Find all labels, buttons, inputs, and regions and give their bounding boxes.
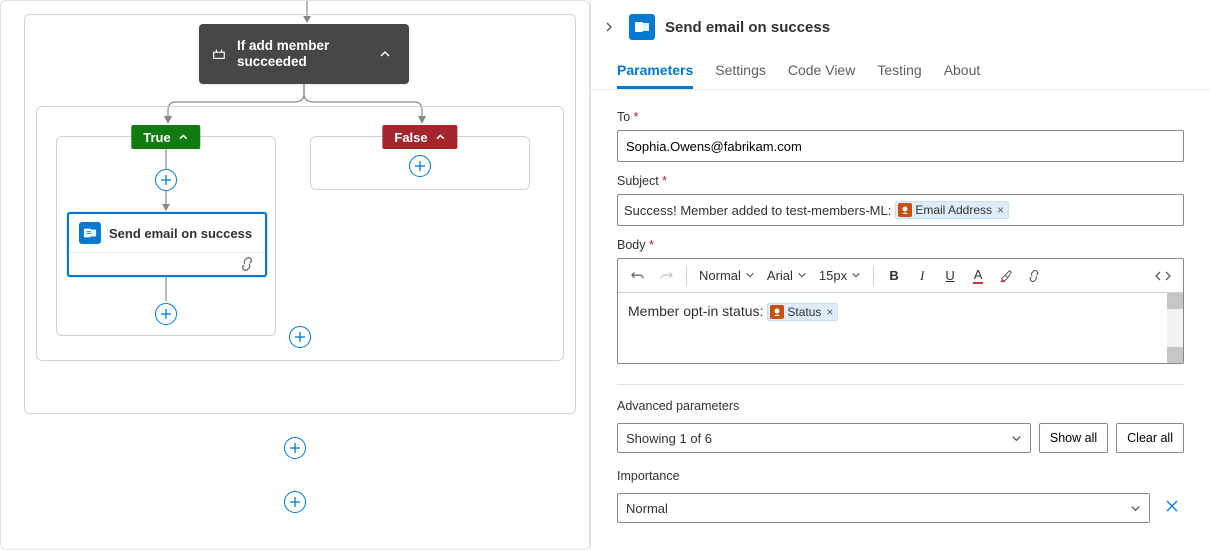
code-view-button[interactable] [1151,264,1175,288]
branch-true-label: True [143,130,170,145]
outlook-icon [79,222,101,244]
branch-false[interactable]: False [310,136,530,190]
chevron-down-icon [1011,433,1022,444]
redo-button[interactable] [654,264,678,288]
tab-testing[interactable]: Testing [877,54,921,89]
flow-line [161,149,171,169]
remove-field-button[interactable] [1160,498,1184,519]
tab-code-view[interactable]: Code View [788,54,855,89]
tab-parameters[interactable]: Parameters [617,54,693,89]
undo-button[interactable] [626,264,650,288]
advanced-select[interactable]: Showing 1 of 6 [617,423,1031,453]
body-text: Member opt-in status: [628,303,763,319]
properties-panel: Send email on success Parameters Setting… [590,0,1210,550]
importance-label: Importance [617,469,1184,483]
to-label: To [617,110,1184,124]
tab-settings[interactable]: Settings [715,54,766,89]
flow-line [161,277,171,301]
style-select[interactable]: Normal [695,268,759,283]
add-step-button[interactable] [155,169,177,191]
branch-false-label: False [394,130,427,145]
add-step-button[interactable] [155,303,177,325]
action-card-send-email[interactable]: Send email on success [67,212,267,277]
collapse-panel-button[interactable] [599,17,619,37]
link-button[interactable] [1022,264,1046,288]
chevron-down-icon [797,268,807,283]
size-select[interactable]: 15px [815,268,865,283]
chevron-down-icon [745,268,755,283]
body-label: Body [617,238,1184,252]
font-select[interactable]: Arial [763,268,811,283]
add-step-button[interactable] [284,437,306,459]
panel-title: Send email on success [665,19,830,36]
editor-toolbar: Normal Arial 15px B I U A [618,259,1183,293]
link-icon [239,256,255,275]
parameters-form: To Subject Success! Member added to test… [591,90,1210,537]
subject-label: Subject [617,174,1184,188]
flow-arrow [161,191,171,213]
token-email-address[interactable]: Email Address × [895,201,1009,219]
underline-button[interactable]: U [938,264,962,288]
branch-false-header[interactable]: False [382,125,457,149]
action-title: Send email on success [109,226,252,241]
chevron-down-icon [1130,503,1141,514]
mailchimp-icon [898,203,912,217]
remove-token-button[interactable]: × [826,305,833,319]
italic-button[interactable]: I [910,264,934,288]
tab-about[interactable]: About [944,54,981,89]
panel-tabs: Parameters Settings Code View Testing Ab… [591,50,1210,90]
subject-text: Success! Member added to test-members-ML… [624,203,891,218]
add-step-button[interactable] [289,326,311,348]
token-status[interactable]: Status × [767,303,838,321]
chevron-up-icon [179,132,189,142]
chevron-up-icon [436,132,446,142]
font-color-button[interactable]: A [966,264,990,288]
editor-scrollbar[interactable] [1167,293,1183,363]
remove-token-button[interactable]: × [997,203,1004,217]
add-step-button[interactable] [284,491,306,513]
clear-all-button[interactable]: Clear all [1116,423,1184,453]
subject-input[interactable]: Success! Member added to test-members-ML… [617,194,1184,226]
add-step-button[interactable] [409,155,431,177]
workflow-canvas[interactable]: If add member succeeded True [0,0,590,550]
branch-true[interactable]: True Send email on success [56,136,276,336]
highlight-button[interactable] [994,264,1018,288]
body-editor: Normal Arial 15px B I U A Member opt-in … [617,258,1184,364]
panel-header: Send email on success [591,0,1210,50]
chevron-down-icon [851,268,861,283]
bold-button[interactable]: B [882,264,906,288]
body-content[interactable]: Member opt-in status: Status × [618,293,1183,363]
branch-true-header[interactable]: True [131,125,200,149]
advanced-label: Advanced parameters [617,399,1184,413]
importance-select[interactable]: Normal [617,493,1150,523]
mailchimp-icon [770,305,784,319]
outlook-icon [629,14,655,40]
to-input[interactable] [617,130,1184,162]
show-all-button[interactable]: Show all [1039,423,1108,453]
